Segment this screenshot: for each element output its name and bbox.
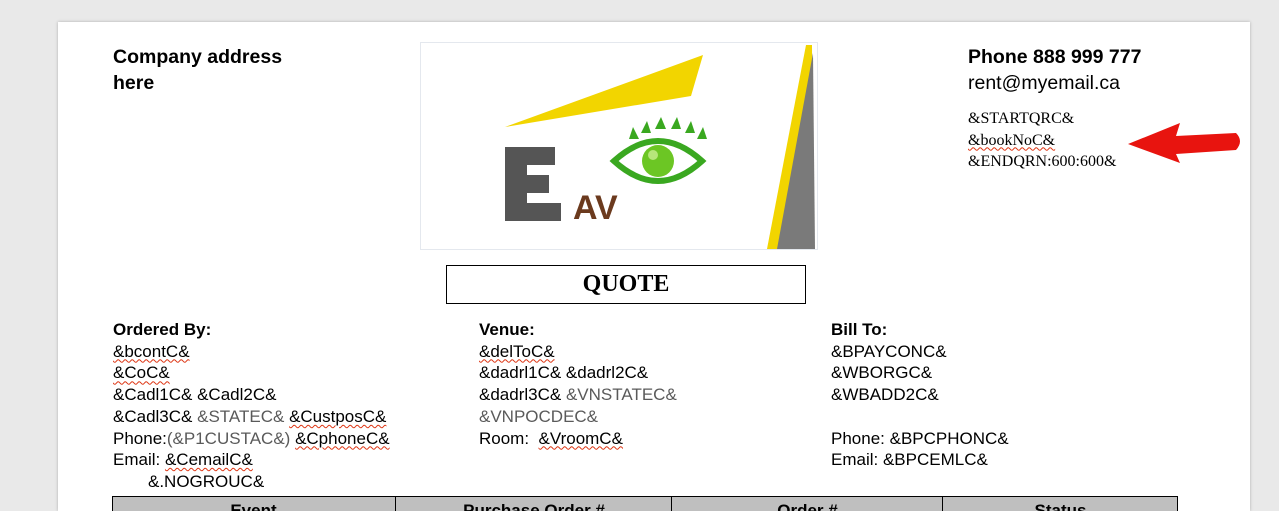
quote-title: QUOTE xyxy=(446,265,806,304)
qrc-end: &ENDQRN:600:600& xyxy=(968,153,1117,170)
bill-to-heading: Bill To: xyxy=(831,320,888,339)
qrc-start: &STARTQRC& xyxy=(968,110,1075,127)
red-arrow-icon xyxy=(1128,123,1240,163)
qrc-booking: &bookNoC& xyxy=(968,131,1056,149)
document-page: Company address here AV Phone 888 999 77… xyxy=(58,22,1250,511)
bill-to-address: &WBADD2C& xyxy=(831,385,939,405)
company-address: Company address here xyxy=(113,46,283,94)
bill-to-section: Bill To: &BPAYCONC& &WBORGC& &WBADD2C& P… xyxy=(831,319,1009,471)
col-status: Status xyxy=(942,497,1178,511)
ordered-by-contact: &bcontC& xyxy=(113,341,190,361)
bill-to-org: &WBORGC& xyxy=(831,363,933,383)
venue-address2: &dadrl3C& &VNSTATEC& xyxy=(479,385,677,405)
order-table-header: Event Purchase Order # Order # Status xyxy=(112,496,1178,511)
bill-to-email: Email: &BPCEMLC& xyxy=(831,450,988,470)
bill-to-phone: Phone: &BPCPHONC& xyxy=(831,428,1009,448)
col-order-number: Order # xyxy=(671,497,943,511)
venue-room: Room: &VroomC& xyxy=(479,428,623,448)
bill-to-contact: &BPAYCONC& xyxy=(831,341,947,361)
venue-postcode: &VNPOCDEC& xyxy=(479,406,599,426)
venue-address1: &dadrl1C& &dadrl2C& xyxy=(479,363,649,383)
ordered-by-email: Email: &CemailC& xyxy=(113,450,253,470)
ordered-by-group: &.NOGROUC& xyxy=(148,471,265,491)
svg-text:AV: AV xyxy=(573,189,618,227)
ordered-by-address1: &Cadl1C& &Cadl2C& xyxy=(113,385,277,405)
venue-section: Venue: &delToC& &dadrl1C& &dadrl2C& &dad… xyxy=(479,319,677,449)
contact-block: Phone 888 999 777 rent@myemail.ca &START… xyxy=(968,44,1141,173)
ordered-by-company: &CoC& xyxy=(113,363,170,383)
email-text: rent@myemail.ca xyxy=(968,72,1121,94)
venue-deliver-to: &delToC& xyxy=(479,341,555,361)
ordered-by-phone: Phone:(&P1CUSTAC&) &CphoneC& xyxy=(113,428,390,448)
col-purchase-order: Purchase Order # xyxy=(395,497,672,511)
company-logo: AV xyxy=(420,42,818,250)
ordered-by-section: Ordered By: &bcontC& &CoC& &Cadl1C& &Cad… xyxy=(113,319,390,493)
col-event: Event xyxy=(230,501,277,511)
ordered-by-heading: Ordered By: xyxy=(113,320,212,339)
qrc-code-block: &STARTQRC& &bookNoC& &ENDQRN:600:600& xyxy=(968,108,1141,173)
ordered-by-address2: &Cadl3C& &STATEC& &CustposC& xyxy=(113,406,387,426)
venue-heading: Venue: xyxy=(479,320,535,339)
phone-text: Phone 888 999 777 xyxy=(968,46,1142,68)
